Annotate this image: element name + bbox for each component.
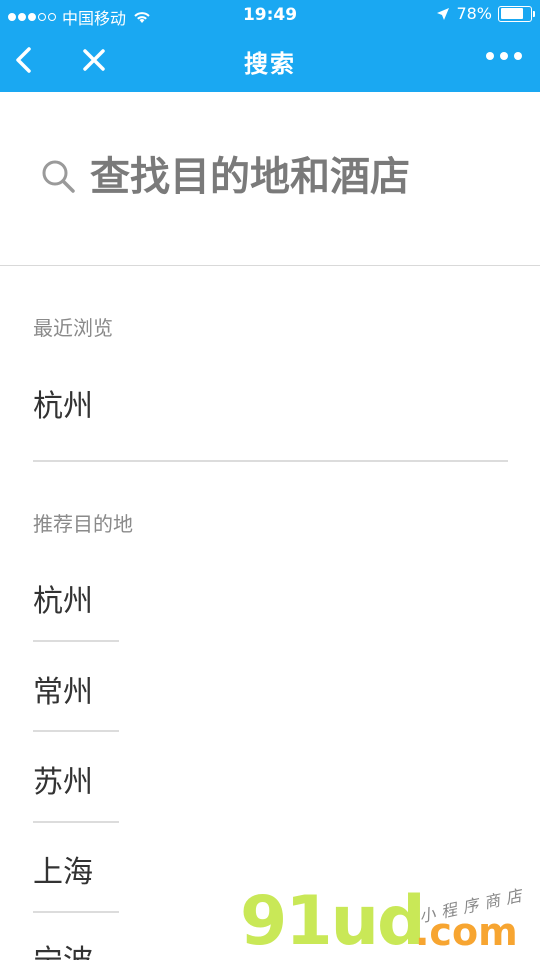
status-right: 78% [436, 4, 535, 23]
watermark-logo: 91ud 小程序商店 .com [240, 882, 540, 960]
chevron-left-icon [16, 47, 31, 73]
battery-percent: 78% [456, 4, 492, 23]
more-dot [500, 52, 508, 60]
location-arrow-icon [437, 7, 450, 20]
close-button[interactable] [78, 44, 110, 76]
destination-item[interactable]: 宁波 [33, 936, 93, 960]
watermark-brand: 91ud [240, 882, 426, 960]
nav-bar: 搜索 [0, 30, 540, 92]
status-bar: 中国移动 19:49 78% [0, 0, 540, 30]
more-dot [514, 52, 522, 60]
destination-item[interactable]: 苏州 [33, 757, 93, 801]
more-button[interactable] [486, 52, 522, 60]
divider [33, 821, 119, 823]
close-icon [83, 49, 105, 71]
battery-fill [500, 8, 524, 19]
search-input[interactable] [90, 152, 510, 202]
search-bar [0, 92, 540, 266]
back-button[interactable] [10, 42, 40, 78]
divider [33, 640, 119, 642]
divider [33, 911, 119, 913]
destination-item[interactable]: 常州 [33, 667, 93, 711]
divider [33, 460, 508, 462]
watermark-suffix: .com [415, 910, 518, 954]
search-icon [42, 160, 75, 193]
battery-icon [498, 5, 535, 22]
divider [33, 730, 119, 732]
destination-item[interactable]: 杭州 [33, 576, 93, 620]
destination-item[interactable]: 上海 [33, 847, 93, 891]
more-dots-icon [486, 52, 494, 60]
recent-section-title: 最近浏览 [33, 316, 113, 340]
recent-item[interactable]: 杭州 [33, 381, 93, 425]
recommended-section-title: 推荐目的地 [33, 512, 133, 536]
